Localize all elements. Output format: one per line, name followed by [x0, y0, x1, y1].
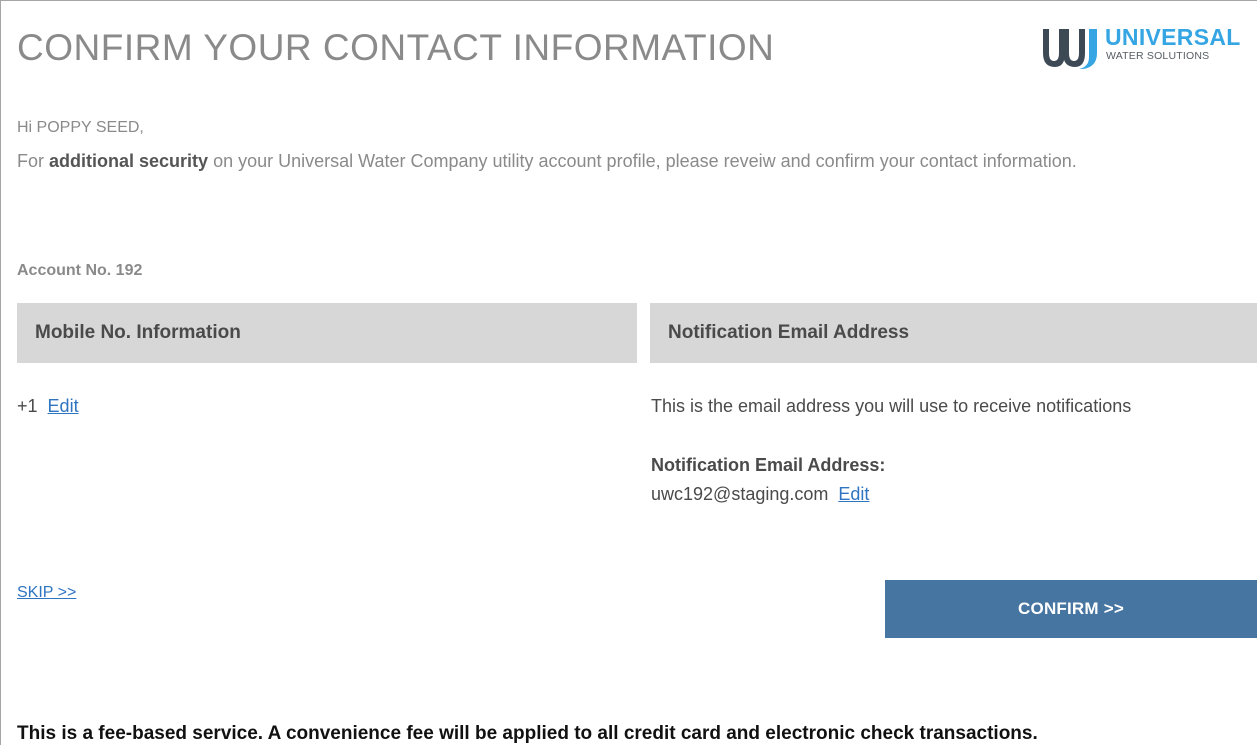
email-section-header: Notification Email Address	[650, 303, 1257, 363]
company-logo: UNIVERSAL WATER SOLUTIONS	[1039, 23, 1244, 73]
intro-text-start: For	[17, 151, 50, 171]
mobile-number-row: +1 Edit	[17, 396, 79, 417]
intro-paragraph: For additional security on your Universa…	[17, 148, 1249, 175]
logo-subline: WATER SOLUTIONS	[1106, 50, 1210, 62]
confirm-button[interactable]: CONFIRM >>	[885, 580, 1257, 638]
page-title: CONFIRM YOUR CONTACT INFORMATION	[17, 27, 775, 68]
page-frame: CONFIRM YOUR CONTACT INFORMATION UNIVERS…	[0, 0, 1257, 745]
logo-wordmark: UNIVERSAL	[1105, 24, 1241, 50]
skip-link[interactable]: SKIP >>	[17, 584, 76, 602]
email-label: Notification Email Address:	[651, 455, 886, 475]
email-description: This is the email address you will use t…	[651, 396, 1132, 416]
confirm-button-label: CONFIRM >>	[1018, 599, 1124, 618]
email-address-value: uwc192@staging.com	[651, 484, 829, 504]
mobile-section-header: Mobile No. Information	[17, 303, 637, 363]
email-section-title: Notification Email Address	[668, 322, 910, 343]
uw-logo-icon	[1043, 29, 1097, 69]
edit-mobile-link[interactable]: Edit	[48, 396, 79, 416]
account-number: Account No. 192	[17, 262, 143, 279]
fee-notice: This is a fee-based service. A convenien…	[17, 723, 1038, 744]
intro-emphasis: additional security	[49, 151, 209, 171]
mobile-section-title: Mobile No. Information	[35, 322, 241, 343]
edit-email-link[interactable]: Edit	[838, 484, 869, 504]
greeting-text: Hi POPPY SEED,	[17, 119, 144, 136]
email-value-row: uwc192@staging.com Edit	[651, 484, 869, 505]
intro-text-end: on your Universal Water Company utility …	[208, 151, 1077, 171]
mobile-number-value: +1	[17, 396, 38, 416]
